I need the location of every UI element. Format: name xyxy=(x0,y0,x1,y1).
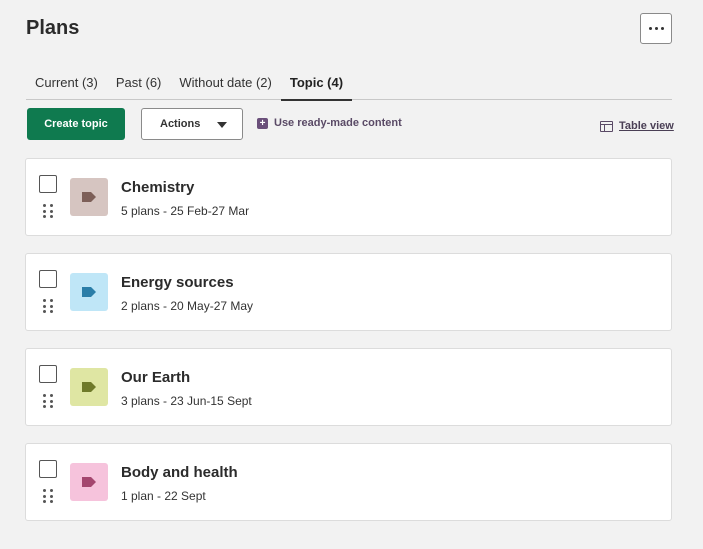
select-checkbox[interactable] xyxy=(39,270,57,288)
caret-down-icon xyxy=(217,122,227,128)
tag-icon xyxy=(70,463,108,501)
topic-card-chemistry[interactable]: Chemistry 5 plans - 25 Feb-27 Mar xyxy=(25,158,672,236)
plus-square-icon: + xyxy=(257,117,268,129)
topic-title: Chemistry xyxy=(121,179,195,196)
plan-tabs: Current (3) Past (6) Without date (2) To… xyxy=(26,64,672,101)
actions-dropdown[interactable]: Actions xyxy=(141,108,243,140)
tab-current[interactable]: Current (3) xyxy=(26,64,107,100)
topic-meta: 1 plan - 22 Sept xyxy=(121,489,206,503)
ready-made-label: Use ready-made content xyxy=(274,117,402,129)
topic-title: Our Earth xyxy=(121,369,191,386)
topic-card-body-and-health[interactable]: Body and health 1 plan - 22 Sept xyxy=(25,443,672,521)
tab-without-date[interactable]: Without date (2) xyxy=(170,64,281,100)
topic-title: Energy sources xyxy=(121,274,234,291)
topic-meta: 5 plans - 25 Feb-27 Mar xyxy=(121,204,250,218)
tag-icon xyxy=(70,273,108,311)
table-view-label: Table view xyxy=(619,120,674,132)
drag-handle-icon[interactable] xyxy=(43,299,53,313)
topic-meta: 2 plans - 20 May-27 May xyxy=(121,299,254,313)
topic-card-our-earth[interactable]: Our Earth 3 plans - 23 Jun-15 Sept xyxy=(25,348,672,426)
topic-title: Body and health xyxy=(121,464,238,481)
more-horizontal-icon xyxy=(648,27,652,30)
topic-card-energy-sources[interactable]: Energy sources 2 plans - 20 May-27 May xyxy=(25,253,672,331)
use-ready-made-content-link[interactable]: + Use ready-made content xyxy=(257,117,402,129)
select-checkbox[interactable] xyxy=(39,460,57,478)
tab-past[interactable]: Past (6) xyxy=(107,64,171,100)
table-view-link[interactable]: Table view xyxy=(600,120,674,132)
plans-page: Plans Current (3) Past (6) Without date … xyxy=(0,0,703,549)
tag-icon xyxy=(70,178,108,216)
actions-label: Actions xyxy=(160,118,201,130)
table-icon xyxy=(600,120,613,132)
select-checkbox[interactable] xyxy=(39,175,57,193)
drag-handle-icon[interactable] xyxy=(43,489,53,503)
topic-meta: 3 plans - 23 Jun-15 Sept xyxy=(121,394,252,408)
drag-handle-icon[interactable] xyxy=(43,394,53,408)
more-options-button[interactable] xyxy=(640,13,672,44)
drag-handle-icon[interactable] xyxy=(43,204,53,218)
tag-icon xyxy=(70,368,108,406)
tab-topic[interactable]: Topic (4) xyxy=(280,64,353,101)
page-title: Plans xyxy=(26,17,80,39)
create-topic-button[interactable]: Create topic xyxy=(27,108,125,140)
select-checkbox[interactable] xyxy=(39,365,57,383)
